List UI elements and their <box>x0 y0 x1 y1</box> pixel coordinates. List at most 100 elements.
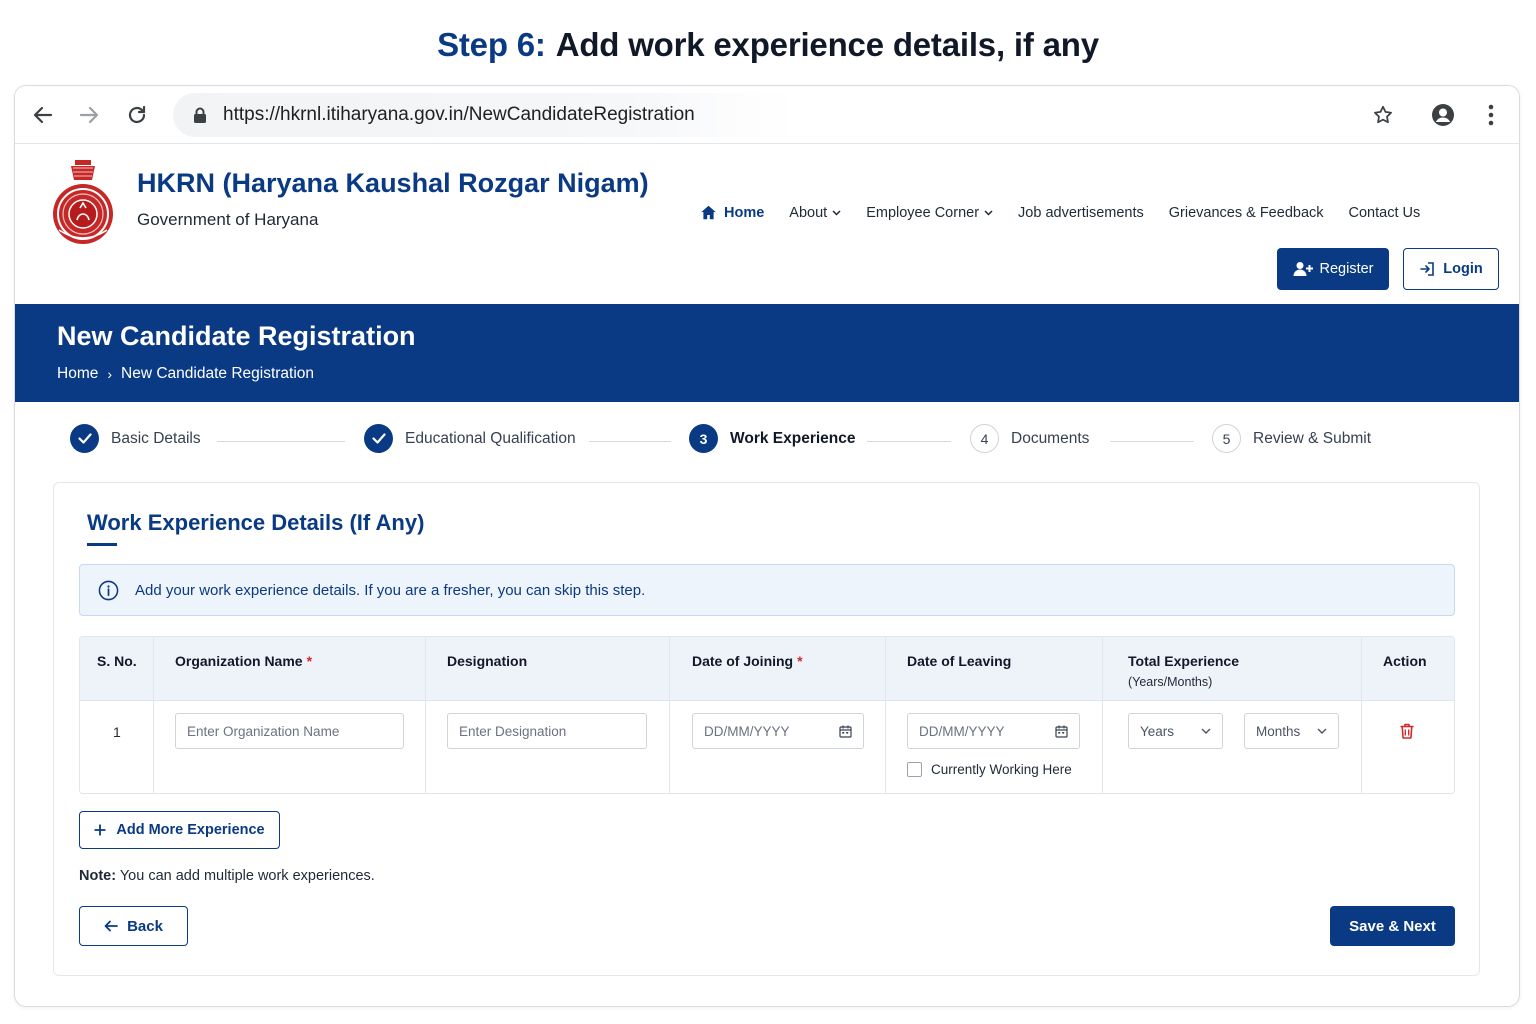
forward-arrow-icon[interactable] <box>75 101 103 129</box>
more-menu-icon[interactable] <box>1477 101 1505 129</box>
back-button[interactable]: Back <box>79 906 188 946</box>
nav-about[interactable]: About <box>789 205 841 221</box>
step-work-experience[interactable]: 3 Work Experience <box>689 424 856 453</box>
step-connector <box>867 441 951 442</box>
calendar-icon[interactable] <box>1055 725 1068 738</box>
profile-avatar-icon[interactable] <box>1429 101 1457 129</box>
haryana-emblem-icon <box>53 160 113 244</box>
designation-input[interactable]: Enter Designation <box>447 713 647 749</box>
currently-working-checkbox[interactable]: Currently Working Here <box>907 762 1072 777</box>
info-alert: Add your work experience details. If you… <box>79 564 1455 616</box>
step-documents[interactable]: 4 Documents <box>970 424 1089 453</box>
experience-months-select[interactable]: Months <box>1244 713 1339 749</box>
date-of-leaving-input[interactable]: DD/MM/YYYY <box>907 713 1080 749</box>
check-icon <box>364 424 393 453</box>
required-mark: * <box>797 653 803 669</box>
chevron-down-icon <box>1201 728 1211 734</box>
header-date-of-leaving: Date of Leaving <box>907 653 1012 669</box>
breadcrumb-current: New Candidate Registration <box>121 365 315 382</box>
main-nav: Home About Employee Corner Job advertise… <box>695 204 1445 221</box>
back-arrow-icon[interactable] <box>29 101 57 129</box>
breadcrumb-home[interactable]: Home <box>57 365 98 383</box>
registration-stepper: Basic Details Educational Qualification … <box>15 424 1519 460</box>
note-text: Note: You can add multiple work experien… <box>79 868 375 884</box>
org-title: HKRN (Haryana Kaushal Rozgar Nigam) <box>137 168 649 198</box>
lock-icon <box>194 107 206 123</box>
header-sno: S. No. <box>97 653 137 669</box>
column-divider <box>1102 637 1103 793</box>
nav-employee-corner[interactable]: Employee Corner <box>866 205 993 221</box>
currently-working-label: Currently Working Here <box>931 762 1072 777</box>
step-connector <box>217 441 345 442</box>
nav-job-advertisements[interactable]: Job advertisements <box>1018 205 1144 221</box>
row-sno: 1 <box>113 724 121 740</box>
plus-icon <box>94 824 106 836</box>
header-organization: Organization Name * <box>175 653 313 669</box>
checkbox-box[interactable] <box>907 762 922 777</box>
bookmark-star-icon[interactable] <box>1369 101 1397 129</box>
chevron-down-icon <box>832 209 841 216</box>
step-educational-qualification[interactable]: Educational Qualification <box>364 424 576 453</box>
experience-years-select[interactable]: Years <box>1128 713 1223 749</box>
step-label: Review & Submit <box>1253 429 1372 447</box>
table-header <box>80 637 1454 701</box>
step-connector <box>589 441 671 442</box>
organization-name-input[interactable]: Enter Organization Name <box>175 713 404 749</box>
home-icon <box>701 205 716 220</box>
work-experience-card: Work Experience Details (If Any) Add you… <box>53 482 1480 976</box>
chevron-down-icon <box>1317 728 1327 734</box>
reload-icon[interactable] <box>123 101 151 129</box>
section-title: Work Experience Details (If Any) <box>87 510 425 535</box>
step-label: Work Experience <box>730 429 856 447</box>
org-subtitle: Government of Haryana <box>137 210 319 229</box>
header-total-experience-sub: (Years/Months) <box>1128 675 1213 689</box>
login-icon <box>1420 262 1435 276</box>
header-designation: Designation <box>447 653 528 669</box>
url-text: https://hkrnl.itiharyana.gov.in/NewCandi… <box>223 104 695 125</box>
breadcrumb: Home › New Candidate Registration <box>57 365 314 383</box>
experience-table: S. No. Organization Name * Designation Da… <box>79 636 1455 794</box>
site-header: HKRN (Haryana Kaushal Rozgar Nigam) Gove… <box>15 144 1519 304</box>
info-icon <box>98 580 119 600</box>
required-mark: * <box>306 653 313 669</box>
register-button[interactable]: Register <box>1277 248 1389 290</box>
step-connector <box>1110 441 1194 442</box>
step-number-badge: 3 <box>689 424 718 453</box>
save-next-button[interactable]: Save & Next <box>1330 906 1455 946</box>
nav-home[interactable]: Home <box>695 204 764 221</box>
add-more-experience-button[interactable]: Add More Experience <box>79 811 280 849</box>
check-icon <box>70 424 99 453</box>
step-number-badge: 4 <box>970 424 999 453</box>
add-user-icon <box>1293 262 1313 276</box>
page-title: New Candidate Registration <box>57 321 416 351</box>
breadcrumb-separator-icon: › <box>107 366 113 382</box>
step-label: Educational Qualification <box>405 429 576 447</box>
step-review-submit[interactable]: 5 Review & Submit <box>1212 424 1371 453</box>
header-date-of-joining: Date of Joining * <box>692 653 803 669</box>
browser-toolbar: https://hkrnl.itiharyana.gov.in/NewCandi… <box>15 86 1519 144</box>
trash-icon[interactable] <box>1398 722 1416 740</box>
column-divider <box>153 637 154 793</box>
header-total-experience: Total Experience <box>1128 653 1240 669</box>
step-heading: Step 6: Add work experience details, if a… <box>0 26 1536 64</box>
column-divider <box>885 637 886 793</box>
step-label: Basic Details <box>111 429 201 447</box>
column-divider <box>1361 637 1362 793</box>
calendar-icon[interactable] <box>839 725 852 738</box>
step-text: Add work experience details, if any <box>555 26 1099 63</box>
nav-contact-us[interactable]: Contact Us <box>1349 205 1421 221</box>
title-underline <box>87 543 117 546</box>
date-of-joining-input[interactable]: DD/MM/YYYY <box>692 713 864 749</box>
step-basic-details[interactable]: Basic Details <box>70 424 201 453</box>
login-button[interactable]: Login <box>1403 248 1499 290</box>
step-number-badge: 5 <box>1212 424 1241 453</box>
arrow-left-icon <box>104 920 118 932</box>
step-label: Documents <box>1011 429 1090 447</box>
chevron-down-icon <box>984 209 993 216</box>
nav-grievances-feedback[interactable]: Grievances & Feedback <box>1169 205 1324 221</box>
column-divider <box>669 637 670 793</box>
browser-window: https://hkrnl.itiharyana.gov.in/NewCandi… <box>14 85 1520 1007</box>
page-banner: New Candidate Registration Home › New Ca… <box>15 304 1519 402</box>
info-text: Add your work experience details. If you… <box>135 581 646 599</box>
address-bar[interactable]: https://hkrnl.itiharyana.gov.in/NewCandi… <box>173 93 1303 137</box>
